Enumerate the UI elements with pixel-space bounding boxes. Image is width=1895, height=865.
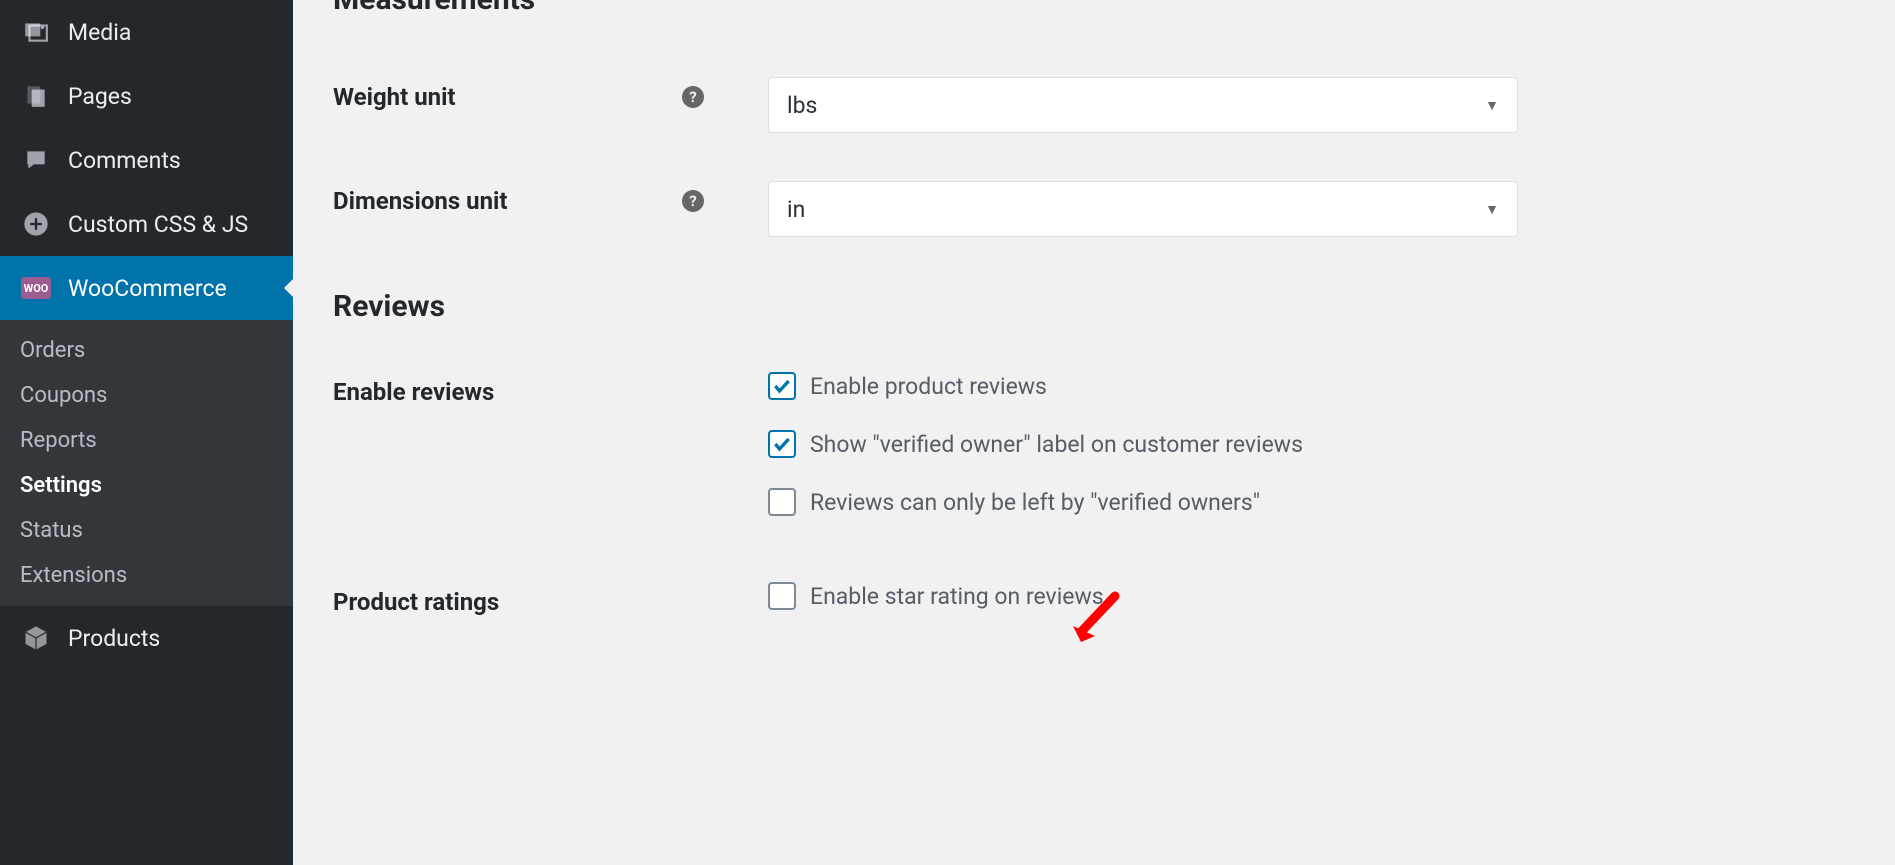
admin-sidebar: Media Pages Comments Custom CSS & JS WOO… [0,0,293,865]
sidebar-sub-coupons[interactable]: Coupons [0,373,293,418]
enable-reviews-label: Enable reviews [333,378,494,406]
enable-reviews-row: Enable reviews Enable product reviews Sh… [333,372,1855,546]
products-icon [20,622,52,654]
checkbox-row: Enable star rating on reviews [768,582,1518,610]
sidebar-item-label: WooCommerce [68,275,227,302]
sidebar-item-comments[interactable]: Comments [0,128,293,192]
sidebar-sub-settings[interactable]: Settings [0,463,293,508]
sidebar-sub-status[interactable]: Status [0,508,293,553]
sidebar-item-custom-css-js[interactable]: Custom CSS & JS [0,192,293,256]
sidebar-item-label: Comments [68,147,181,174]
sidebar-item-label: Media [68,19,131,46]
section-measurements-heading: Measurements [333,0,1855,17]
product-ratings-label: Product ratings [333,588,499,616]
woocommerce-icon: WOO [20,272,52,304]
weight-unit-row: Weight unit ? lbs ▼ [333,77,1855,133]
sidebar-item-products[interactable]: Products [0,606,293,670]
media-icon [20,16,52,48]
checkbox-row: Enable product reviews [768,372,1518,400]
checkbox-label: Enable star rating on reviews [810,583,1104,610]
sidebar-submenu: Orders Coupons Reports Settings Status E… [0,320,293,606]
chevron-down-icon: ▼ [1485,201,1499,218]
verified-owners-only-checkbox[interactable] [768,488,796,516]
product-ratings-row: Product ratings Enable star rating on re… [333,582,1855,640]
sidebar-item-pages[interactable]: Pages [0,64,293,128]
checkbox-label: Reviews can only be left by "verified ow… [810,489,1260,516]
verified-owner-label-checkbox[interactable] [768,430,796,458]
weight-unit-select[interactable]: lbs ▼ [768,77,1518,133]
dimensions-unit-select[interactable]: in ▼ [768,181,1518,237]
sidebar-item-label: Products [68,625,160,652]
checkbox-row: Reviews can only be left by "verified ow… [768,488,1518,516]
comment-icon [20,144,52,176]
enable-star-rating-checkbox[interactable] [768,582,796,610]
sidebar-item-media[interactable]: Media [0,0,293,64]
help-icon[interactable]: ? [682,190,704,212]
checkbox-label: Show "verified owner" label on customer … [810,431,1303,458]
settings-main: Measurements Weight unit ? lbs ▼ Dimensi… [293,0,1895,865]
chevron-down-icon: ▼ [1485,97,1499,114]
dimensions-unit-row: Dimensions unit ? in ▼ [333,181,1855,237]
dimensions-unit-label: Dimensions unit [333,187,508,215]
sidebar-item-label: Custom CSS & JS [68,211,248,238]
selected-value: in [787,196,805,223]
sidebar-sub-extensions[interactable]: Extensions [0,553,293,598]
pages-icon [20,80,52,112]
enable-product-reviews-checkbox[interactable] [768,372,796,400]
sidebar-item-woocommerce[interactable]: WOO WooCommerce [0,256,293,320]
sidebar-sub-reports[interactable]: Reports [0,418,293,463]
sidebar-item-label: Pages [68,83,132,110]
checkbox-label: Enable product reviews [810,373,1047,400]
selected-value: lbs [787,92,817,119]
checkbox-row: Show "verified owner" label on customer … [768,430,1518,458]
plus-circle-icon [20,208,52,240]
section-reviews-heading: Reviews [333,289,1855,324]
help-icon[interactable]: ? [682,86,704,108]
weight-unit-label: Weight unit [333,83,456,111]
sidebar-sub-orders[interactable]: Orders [0,328,293,373]
